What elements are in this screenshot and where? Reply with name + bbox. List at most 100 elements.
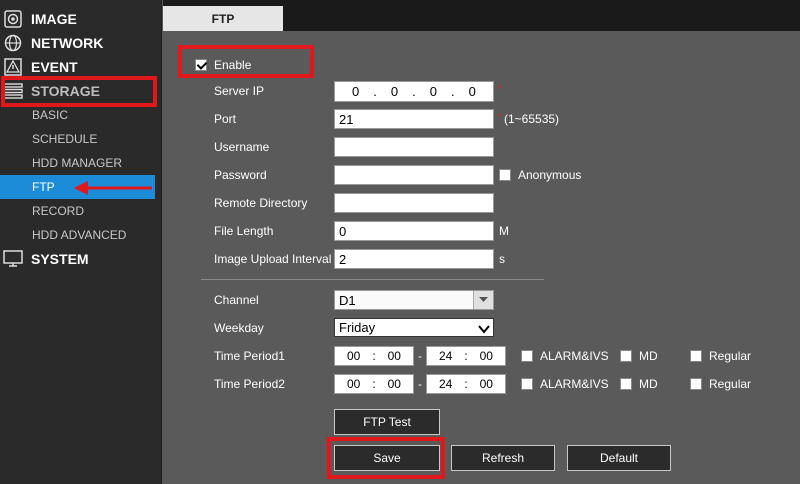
button-label: Refresh <box>481 451 525 465</box>
sub-item-record[interactable]: RECORD <box>0 199 155 223</box>
warning-icon <box>2 57 24 77</box>
tp2-md-checkbox[interactable] <box>620 378 632 390</box>
menu-event[interactable]: EVENT <box>0 55 162 79</box>
default-button[interactable]: Default <box>567 445 671 471</box>
enable-checkbox[interactable] <box>195 59 207 71</box>
ip-dot: . <box>373 84 377 99</box>
port-label: Port <box>214 112 237 126</box>
menu-event-label: EVENT <box>31 59 78 75</box>
ip-dot: . <box>412 84 416 99</box>
sub-item-hdd-manager[interactable]: HDD MANAGER <box>0 151 155 175</box>
time-period1-label: Time Period1 <box>214 349 285 363</box>
file-length-value: 0 <box>339 223 347 239</box>
tp2-alarm-label: ALARM&IVS <box>540 377 609 391</box>
tp1-alarm-label: ALARM&IVS <box>540 349 609 363</box>
time-minute: 00 <box>387 349 401 363</box>
password-input[interactable] <box>334 165 494 185</box>
weekday-select[interactable]: Friday <box>334 318 494 337</box>
tp2-regular-checkbox[interactable] <box>690 378 702 390</box>
storage-list-icon <box>2 81 24 101</box>
time-period1-end[interactable]: 24:00 <box>426 346 506 366</box>
ip-octet[interactable]: 0 <box>391 84 398 99</box>
chevron-down-icon[interactable] <box>478 322 490 337</box>
save-button[interactable]: Save <box>334 445 440 471</box>
ip-octet[interactable]: 0 <box>352 84 359 99</box>
time-period2-label: Time Period2 <box>214 377 285 391</box>
sub-item-schedule[interactable]: SCHEDULE <box>0 127 155 151</box>
time-hour: 24 <box>438 349 453 363</box>
tab-ftp[interactable]: FTP <box>163 6 283 31</box>
channel-label: Channel <box>214 293 259 307</box>
file-length-unit: M <box>499 224 509 238</box>
time-colon: : <box>464 377 468 391</box>
time-period2-end[interactable]: 24:00 <box>426 374 506 394</box>
server-ip-label: Server IP <box>214 84 265 98</box>
password-label: Password <box>214 168 267 182</box>
ip-octet[interactable]: 0 <box>469 84 476 99</box>
time-minute: 00 <box>387 377 401 391</box>
tp1-regular-label: Regular <box>709 349 752 363</box>
upload-interval-input[interactable]: 2 <box>334 249 494 269</box>
tp1-alarm-checkbox[interactable] <box>521 350 533 362</box>
time-minute: 00 <box>479 377 493 391</box>
ip-octet[interactable]: 0 <box>430 84 437 99</box>
divider <box>201 279 544 280</box>
server-ip-input[interactable]: 0. 0. 0. 0 <box>334 81 494 102</box>
button-label: FTP Test <box>363 415 411 429</box>
menu-system[interactable]: SYSTEM <box>0 247 162 271</box>
required-star: * <box>498 84 502 95</box>
menu-image-label: IMAGE <box>31 11 77 27</box>
button-label: Default <box>599 451 639 465</box>
remote-directory-label: Remote Directory <box>214 196 308 210</box>
time-hour: 00 <box>346 349 361 363</box>
weekday-value: Friday <box>339 320 376 335</box>
menu-storage-label: STORAGE <box>31 83 100 99</box>
required-star: * <box>498 112 502 123</box>
tp1-regular-checkbox[interactable] <box>690 350 702 362</box>
menu-storage[interactable]: STORAGE <box>0 79 162 103</box>
menu-image[interactable]: IMAGE <box>0 7 162 31</box>
remote-directory-input[interactable] <box>334 193 494 213</box>
time-dash: - <box>418 349 422 363</box>
time-period1-start[interactable]: 00:00 <box>334 346 414 366</box>
sub-item-label: HDD MANAGER <box>32 156 123 170</box>
tp2-md-label: MD <box>639 377 658 391</box>
time-colon: : <box>464 349 468 363</box>
time-hour: 24 <box>438 377 453 391</box>
tp2-alarm-checkbox[interactable] <box>521 378 533 390</box>
time-period2-start[interactable]: 00:00 <box>334 374 414 394</box>
ip-dot: . <box>451 84 455 99</box>
ftp-test-button[interactable]: FTP Test <box>334 409 440 435</box>
sub-item-label: BASIC <box>32 108 69 122</box>
port-input[interactable]: 21 <box>334 109 494 129</box>
weekday-label: Weekday <box>214 321 264 335</box>
upload-interval-unit: s <box>499 252 505 266</box>
sub-item-label: HDD ADVANCED <box>32 228 127 242</box>
network-globe-icon <box>2 33 24 53</box>
channel-value: D1 <box>339 292 356 308</box>
channel-select[interactable]: D1 <box>334 290 494 310</box>
dropdown-arrow-icon[interactable] <box>473 291 493 309</box>
file-length-input[interactable]: 0 <box>334 221 494 241</box>
time-colon: : <box>372 377 376 391</box>
menu-network-label: NETWORK <box>31 35 104 51</box>
time-colon: : <box>372 349 376 363</box>
time-minute: 00 <box>479 349 493 363</box>
menu-network[interactable]: NETWORK <box>0 31 162 55</box>
port-value: 21 <box>339 111 354 127</box>
menu-system-label: SYSTEM <box>31 251 89 267</box>
anonymous-checkbox[interactable] <box>499 169 511 181</box>
refresh-button[interactable]: Refresh <box>451 445 555 471</box>
username-input[interactable] <box>334 137 494 157</box>
tp1-md-checkbox[interactable] <box>620 350 632 362</box>
sub-item-hdd-advanced[interactable]: HDD ADVANCED <box>0 223 155 247</box>
tp1-md-label: MD <box>639 349 658 363</box>
enable-label: Enable <box>214 58 252 72</box>
sub-item-label: RECORD <box>32 204 85 218</box>
username-label: Username <box>214 140 270 154</box>
upload-interval-value: 2 <box>339 251 347 267</box>
file-length-label: File Length <box>214 224 274 238</box>
tp2-regular-label: Regular <box>709 377 752 391</box>
sub-item-basic[interactable]: BASIC <box>0 103 155 127</box>
time-hour: 00 <box>346 377 361 391</box>
